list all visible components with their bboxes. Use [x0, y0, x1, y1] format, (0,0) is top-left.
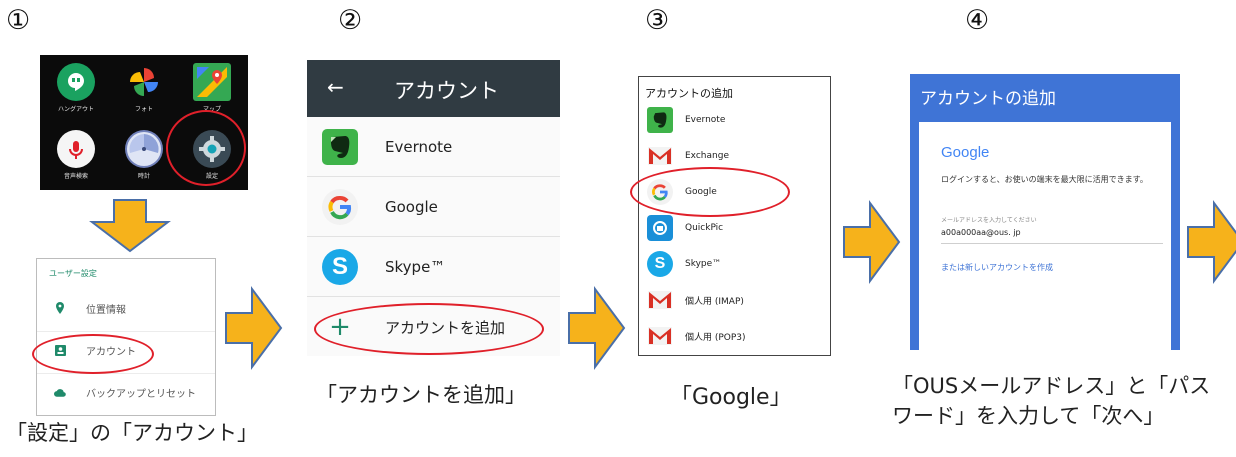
email-field-label: メールアドレスを入力してください — [941, 217, 1037, 224]
quickpic-icon — [647, 215, 673, 241]
gmail-icon — [647, 143, 673, 169]
picker-item-pop3[interactable]: 個人用 (POP3) — [647, 319, 746, 353]
picker-item-imap[interactable]: 個人用 (IMAP) — [647, 283, 744, 317]
settings-item-label: 位置情報 — [86, 304, 126, 316]
step-2-number: ② — [338, 5, 363, 36]
evernote-icon — [322, 128, 358, 165]
user-settings-header: ユーザー設定 — [49, 269, 97, 278]
step-1-number: ① — [6, 5, 31, 36]
account-row-skype[interactable]: S Skype™ — [307, 237, 560, 297]
google-logo: Google — [941, 144, 990, 161]
signin-card: Google ログインすると、お使いの端末を最大限に活用できます。 メールアドレ… — [919, 122, 1171, 350]
picker-item-skype[interactable]: S Skype™ — [647, 247, 721, 281]
account-row-evernote[interactable]: Evernote — [307, 117, 560, 177]
app-label: フォト — [134, 106, 153, 113]
create-account-link[interactable]: または新しいアカウントを作成 — [941, 262, 1053, 273]
picker-item-label: Evernote — [685, 115, 726, 125]
app-maps[interactable]: マップ — [184, 63, 240, 113]
evernote-icon — [647, 107, 673, 133]
hangouts-icon — [57, 63, 95, 101]
back-arrow-icon[interactable]: ← — [327, 75, 344, 99]
right-arrow-icon — [225, 286, 283, 370]
app-label: 時計 — [137, 173, 150, 180]
gmail-icon — [647, 287, 673, 313]
app-clock[interactable]: 時計 — [116, 130, 172, 180]
picker-item-label: QuickPic — [685, 223, 724, 233]
clock-icon — [125, 130, 163, 168]
gmail-icon — [647, 323, 673, 349]
email-field[interactable]: a00a000aa@ous. jp — [941, 228, 1163, 244]
add-account-picker: アカウントの追加 Evernote Exchange Google QuickP… — [638, 76, 831, 356]
account-label: Evernote — [385, 137, 453, 156]
settings-item-location[interactable]: 位置情報 — [37, 289, 215, 327]
cloud-backup-icon — [54, 387, 66, 399]
accounts-toolbar: ← アカウント — [307, 60, 560, 117]
picker-item-label: 個人用 (IMAP) — [685, 296, 744, 307]
account-highlight-ring — [32, 334, 154, 374]
photos-icon — [125, 63, 163, 101]
step-3-number: ③ — [645, 5, 670, 36]
picker-title: アカウントの追加 — [645, 87, 733, 100]
signin-header: アカウントの追加 — [920, 89, 1056, 109]
settings-item-backup[interactable]: バックアップとリセット — [37, 373, 215, 411]
picker-item-evernote[interactable]: Evernote — [647, 103, 725, 137]
account-label: Google — [385, 197, 438, 216]
app-voice-search[interactable]: 音声検索 — [48, 130, 104, 180]
add-account-highlight-ring — [314, 303, 544, 355]
step-1-caption: 「設定」の「アカウント」 — [6, 421, 258, 445]
step-3-caption: 「Google」 — [670, 385, 792, 410]
google-icon — [322, 188, 358, 225]
app-label: ハングアウト — [57, 106, 94, 113]
app-label: 音声検索 — [63, 173, 88, 180]
settings-highlight-ring — [166, 110, 246, 186]
app-photos[interactable]: フォト — [116, 63, 172, 113]
google-signin-screen: アカウントの追加 Google ログインすると、お使いの端末を最大限に活用できま… — [910, 74, 1180, 350]
toolbar-title: アカウント — [394, 79, 499, 103]
account-label: Skype™ — [385, 257, 446, 276]
picker-item-label: Exchange — [685, 151, 729, 161]
right-arrow-icon — [843, 200, 901, 284]
skype-icon: S — [322, 248, 358, 285]
right-arrow-icon — [568, 286, 626, 370]
step-4-number: ④ — [965, 5, 990, 36]
picker-item-label: Skype™ — [685, 259, 722, 269]
signin-intro: ログインすると、お使いの端末を最大限に活用できます。 — [941, 175, 1148, 184]
maps-icon — [193, 63, 231, 101]
settings-item-label: バックアップとリセット — [86, 389, 196, 400]
app-hangouts[interactable]: ハングアウト — [48, 63, 104, 113]
voice-search-icon — [57, 130, 95, 168]
google-highlight-ring — [630, 167, 790, 217]
account-row-google[interactable]: Google — [307, 177, 560, 237]
step-2-caption: 「アカウントを追加」 — [316, 383, 526, 407]
step-4-caption: 「OUSメールアドレス」と「パス ワード」を入力して「次へ」 — [892, 374, 1211, 428]
picker-item-label: 個人用 (POP3) — [685, 332, 746, 343]
right-arrow-icon — [1187, 200, 1236, 284]
down-arrow-icon — [89, 199, 171, 253]
location-icon — [54, 302, 66, 314]
skype-icon: S — [647, 251, 673, 277]
